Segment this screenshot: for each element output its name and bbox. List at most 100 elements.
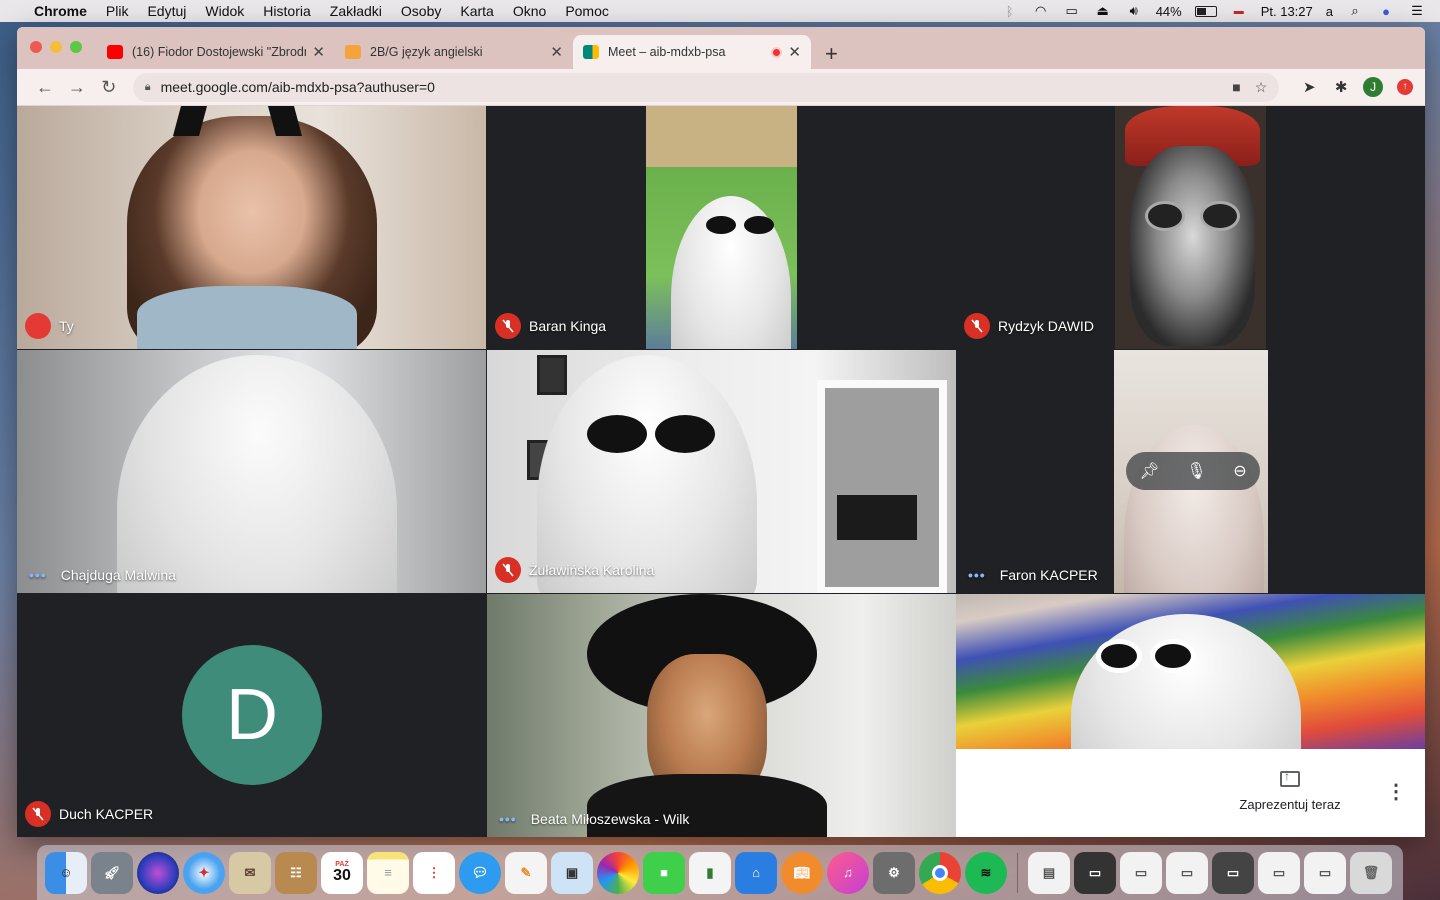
close-window-button[interactable] xyxy=(30,41,42,53)
present-now-button[interactable]: Zaprezentuj teraz xyxy=(1226,769,1354,812)
reload-button[interactable]: ↻ xyxy=(93,77,125,98)
minimized-window-icon[interactable]: ▭ xyxy=(1166,851,1208,894)
music-icon[interactable]: ♫ xyxy=(827,851,869,894)
lock-icon[interactable]: 🔒︎ xyxy=(145,81,151,94)
menu-help[interactable]: Pomoc xyxy=(565,3,609,19)
minimize-window-button[interactable] xyxy=(50,41,62,53)
classroom-icon xyxy=(345,45,361,59)
extensions-puzzle-icon[interactable]: ✱ xyxy=(1325,78,1357,96)
clock[interactable]: Pt. 13:27 xyxy=(1261,4,1313,19)
participant-name: Beata Miłoszewska - Wilk xyxy=(530,811,690,827)
pages-icon[interactable]: ✎ xyxy=(505,851,547,894)
calendar-icon[interactable]: PAŹ 30 xyxy=(321,851,363,894)
launchpad-icon[interactable]: 🚀︎ xyxy=(91,851,133,894)
close-tab-icon[interactable]: ✕ xyxy=(550,43,563,61)
reminders-icon[interactable]: ⋮ xyxy=(413,851,455,894)
pin-icon[interactable]: 📌︎ xyxy=(1139,461,1159,481)
camera-icon[interactable]: ■ xyxy=(1232,79,1240,95)
notes-icon[interactable]: ≡ xyxy=(367,851,409,894)
participant-tile[interactable]: Rydzyk DAWID xyxy=(956,106,1425,349)
menu-window[interactable]: Okno xyxy=(513,3,546,19)
participant-tile[interactable]: D Duch KACPER xyxy=(17,594,486,837)
chrome-icon[interactable] xyxy=(919,851,961,894)
tab-meet[interactable]: Meet – aib-mdxb-psa ✕ xyxy=(573,35,811,69)
siri-icon[interactable] xyxy=(137,851,179,894)
zoom-window-button[interactable] xyxy=(70,41,82,53)
participant-tile[interactable]: Zaprezentuj teraz ⋮ xyxy=(956,594,1425,837)
close-tab-icon[interactable]: ✕ xyxy=(312,43,325,61)
photos-icon[interactable] xyxy=(597,851,639,894)
address-bar[interactable]: 🔒︎ meet.google.com/aib-mdxb-psa?authuser… xyxy=(132,72,1280,102)
macos-menu-bar: Chrome Plik Edytuj Widok Historia Zakład… xyxy=(0,0,1440,22)
facetime-icon[interactable]: ■ xyxy=(643,851,685,894)
minimized-window-icon[interactable]: ▭ xyxy=(1074,851,1116,894)
participant-tile[interactable]: ••• Beata Miłoszewska - Wilk xyxy=(487,594,956,837)
participant-tile[interactable]: Ty xyxy=(17,106,486,349)
minimized-window-icon[interactable]: ▭ xyxy=(1258,851,1300,894)
speaking-indicator-icon: ••• xyxy=(499,811,517,827)
eject-icon[interactable]: ⏏ xyxy=(1094,3,1112,19)
pro-flag-icon[interactable]: ▬ xyxy=(1230,6,1248,17)
spotify-icon[interactable]: ≋ xyxy=(965,851,1007,894)
menu-file[interactable]: Plik xyxy=(106,3,129,19)
minimized-window-icon[interactable]: ▭ xyxy=(1120,851,1162,894)
participant-tile[interactable]: Żuławińska Karolina xyxy=(487,350,956,593)
preview-icon[interactable]: ▣ xyxy=(551,851,593,894)
user-menu[interactable]: a xyxy=(1326,4,1333,19)
siri-icon[interactable]: ● xyxy=(1377,4,1395,19)
calendar-day: 30 xyxy=(333,867,351,884)
menu-app-name[interactable]: Chrome xyxy=(34,3,87,19)
messages-icon[interactable]: 💬︎ xyxy=(459,851,501,894)
url-text[interactable]: meet.google.com/aib-mdxb-psa?authuser=0 xyxy=(161,79,1219,95)
bookmark-star-icon[interactable]: ☆ xyxy=(1255,79,1268,96)
remove-participant-icon[interactable]: ⊖ xyxy=(1233,461,1246,481)
present-panel: Zaprezentuj teraz ⋮ xyxy=(956,749,1425,837)
mic-off-icon xyxy=(964,313,990,339)
airplay-icon[interactable]: ▭ xyxy=(1063,3,1081,19)
books-icon[interactable]: 📖︎ xyxy=(781,851,823,894)
profile-avatar[interactable]: J xyxy=(1363,77,1384,97)
safari-icon[interactable]: ✦ xyxy=(183,851,225,894)
tab-youtube[interactable]: (16) Fiodor Dostojewski "Zbrodnia ✕ xyxy=(97,35,335,69)
close-tab-icon[interactable]: ✕ xyxy=(788,43,801,61)
tab-classroom[interactable]: 2B/G język angielski ✕ xyxy=(335,35,573,69)
battery-icon[interactable] xyxy=(1194,5,1217,17)
menu-bookmarks[interactable]: Zakładki xyxy=(330,3,382,19)
participant-tile[interactable]: 📌︎ 🎙︎ ⊖ ••• Faron KACPER xyxy=(956,350,1425,593)
contacts-icon[interactable]: ☷ xyxy=(275,851,317,894)
more-options-icon[interactable]: ⋮ xyxy=(1386,779,1406,804)
new-tab-button[interactable]: + xyxy=(825,41,838,67)
update-icon[interactable]: ↑ xyxy=(1397,79,1414,95)
menu-people[interactable]: Osoby xyxy=(401,3,441,19)
mute-participant-icon[interactable]: 🎙︎ xyxy=(1186,461,1206,481)
minimized-window-icon[interactable]: ▭ xyxy=(1304,851,1346,894)
menu-tab[interactable]: Karta xyxy=(460,3,493,19)
participant-tile[interactable]: ••• Chajduga Malwina xyxy=(17,350,486,593)
wifi-icon[interactable]: ◠ xyxy=(1032,3,1050,19)
bluetooth-icon[interactable]: ᛒ xyxy=(1001,4,1019,19)
dock-separator xyxy=(1017,852,1018,893)
participant-tile[interactable]: Baran Kinga xyxy=(487,106,956,349)
numbers-icon[interactable]: ▮ xyxy=(689,851,731,894)
finder-icon[interactable]: ☺ xyxy=(45,851,87,894)
forward-button[interactable]: → xyxy=(61,77,93,98)
cast-extension-icon[interactable]: ➤ xyxy=(1293,78,1325,96)
mail-icon[interactable]: ✉ xyxy=(229,851,271,894)
back-button[interactable]: ← xyxy=(29,77,61,98)
minimized-window-icon[interactable]: ▭ xyxy=(1212,851,1254,894)
mic-off-icon xyxy=(495,557,521,583)
speaking-indicator-icon: ••• xyxy=(968,567,986,583)
notification-center-icon[interactable]: ☰ xyxy=(1408,3,1426,19)
recording-indicator-icon xyxy=(771,46,783,58)
menu-edit[interactable]: Edytuj xyxy=(147,3,186,19)
participant-hover-controls: 📌︎ 🎙︎ ⊖ xyxy=(1126,452,1260,490)
menu-view[interactable]: Widok xyxy=(205,3,244,19)
menu-history[interactable]: Historia xyxy=(263,3,310,19)
docx-document-icon[interactable]: ▤ xyxy=(1028,851,1070,894)
spotlight-search-icon[interactable]: ⌕ xyxy=(1346,3,1364,19)
keynote-icon[interactable]: ⌂ xyxy=(735,851,777,894)
system-preferences-icon[interactable]: ⚙ xyxy=(873,851,915,894)
volume-icon[interactable]: 🔊︎ xyxy=(1125,3,1143,19)
trash-icon[interactable]: 🗑︎ xyxy=(1350,851,1392,894)
window-controls xyxy=(30,41,82,53)
